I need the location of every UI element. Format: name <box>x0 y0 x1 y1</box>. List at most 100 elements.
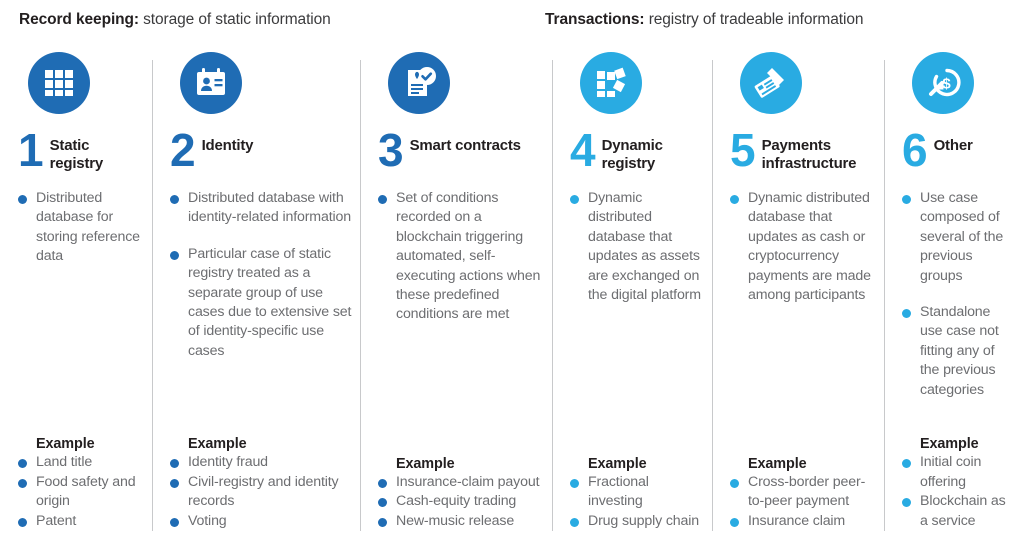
example-label-6: Example <box>920 436 979 453</box>
bullet-list-2: Distributed database with identity-relat… <box>170 189 352 436</box>
bullet-text: Distributed database with identity-relat… <box>188 190 351 226</box>
example-text: New-music release <box>396 512 515 529</box>
bullet-text: Use case composed of several of the prev… <box>920 190 1004 284</box>
icon-wrap-2 <box>170 52 352 134</box>
column-identity: 2 Identity Distributed database with ide… <box>152 52 360 545</box>
bullet-list-6: Use case composed of several of the prev… <box>902 189 1016 436</box>
list-item: Land title <box>18 453 144 472</box>
example-block-3: Example Insurance-claim payout Cash-equi… <box>378 456 544 545</box>
column-title-5: Payments infrastructure <box>761 137 857 172</box>
column-smart-contracts: 3 Smart contracts Set of conditions reco… <box>360 52 552 545</box>
bullet-list-5: Dynamic distributed database that update… <box>730 189 876 456</box>
column-title-2: Identity <box>201 137 254 154</box>
example-text: Voting <box>188 512 227 529</box>
bullet-dot-icon <box>170 478 179 488</box>
list-item: Initial coin offering <box>902 453 1016 492</box>
bullet-dot-icon <box>18 459 27 469</box>
list-item: Use case composed of several of the prev… <box>902 189 1016 286</box>
column-payments-infrastructure: 5 Payments infrastructure Dynamic distri… <box>712 52 884 545</box>
column-number-4: 4 <box>570 124 596 176</box>
list-item: Patent <box>18 512 144 531</box>
bullet-dot-icon <box>730 517 739 527</box>
column-title-3: Smart contracts <box>409 137 521 154</box>
example-text: Patent <box>36 512 77 529</box>
list-item: Distributed database with identity-relat… <box>170 189 352 228</box>
example-text: Insurance claim <box>748 512 846 529</box>
list-item: Insurance claim <box>730 512 876 531</box>
bullet-dot-icon <box>570 195 579 204</box>
list-item: Drug supply chain <box>570 512 704 531</box>
bullet-dot-icon <box>170 250 179 260</box>
bullet-dot-icon <box>570 517 579 527</box>
column-divider <box>152 60 153 531</box>
example-list-6: Initial coin offering Blockchain as a se… <box>902 453 1016 531</box>
example-text: Cash-equity trading <box>396 493 517 510</box>
bullet-dot-icon <box>378 498 387 508</box>
bullet-text: Dynamic distributed database that update… <box>588 190 701 304</box>
column-divider <box>360 60 361 531</box>
column-number-5: 5 <box>730 124 756 176</box>
bullet-dot-icon <box>902 195 911 204</box>
list-item: New-music release <box>378 512 544 531</box>
bullet-dot-icon <box>902 498 911 508</box>
icon-wrap-6: $ <box>902 52 1016 134</box>
header-record-keeping-strong: Record keeping: <box>19 11 139 28</box>
example-block-4: Example Fractional investing Drug supply… <box>570 456 704 545</box>
bullet-dot-icon <box>902 309 911 319</box>
bullet-dot-icon <box>730 195 739 204</box>
list-item: Cross-border peer-to-peer payment <box>730 473 876 512</box>
use-case-columns: 1 Static registry Distributed database f… <box>0 52 1024 545</box>
header-record-keeping-rest: storage of static information <box>138 11 331 28</box>
title-row-4: 4 Dynamic registry <box>570 127 704 180</box>
example-block-5: Example Cross-border peer-to-peer paymen… <box>730 456 876 545</box>
bullet-dot-icon <box>170 459 179 469</box>
example-block-1: Example Land title Food safety and origi… <box>18 436 144 545</box>
header-transactions-rest: registry of tradeable information <box>644 11 864 28</box>
list-item: Standalone use case not fitting any of t… <box>902 303 1016 400</box>
example-text: Drug supply chain <box>588 512 700 529</box>
card-swipe-icon <box>740 52 802 114</box>
example-label-4: Example <box>588 455 647 472</box>
bullet-dot-icon <box>170 517 179 527</box>
bullet-dot-icon <box>378 195 387 204</box>
bullet-list-1: Distributed database for storing referen… <box>18 189 144 436</box>
header-record-keeping: Record keeping: storage of static inform… <box>19 11 331 29</box>
example-label-3: Example <box>396 455 455 472</box>
icon-wrap-3 <box>378 52 544 134</box>
example-label-1: Example <box>36 436 95 453</box>
document-check-icon <box>388 52 450 114</box>
column-title-6: Other <box>933 137 973 154</box>
bullet-dot-icon <box>730 478 739 488</box>
icon-wrap-4 <box>570 52 704 134</box>
example-text: Cross-border peer-to-peer payment <box>748 473 866 510</box>
icon-wrap-1 <box>18 52 144 134</box>
dynamic-grid-icon <box>580 52 642 114</box>
id-badge-icon <box>180 52 242 114</box>
column-title-4: Dynamic registry <box>601 137 663 172</box>
title-row-1: 1 Static registry <box>18 127 144 180</box>
example-text: Initial coin offering <box>920 454 982 490</box>
column-title-1: Static registry <box>49 137 104 172</box>
grid-icon <box>28 52 90 114</box>
example-list-1: Land title Food safety and origin Patent <box>18 453 144 531</box>
list-item: Dynamic distributed database that update… <box>730 189 876 305</box>
list-item: Insurance-claim payout <box>378 473 544 492</box>
example-label-5: Example <box>748 455 807 472</box>
bullet-list-4: Dynamic distributed database that update… <box>570 189 704 456</box>
example-list-5: Cross-border peer-to-peer payment Insura… <box>730 473 876 531</box>
column-divider <box>712 60 713 531</box>
column-number-1: 1 <box>18 124 44 176</box>
dollar-arrow-icon: $ <box>912 52 974 114</box>
bullet-dot-icon <box>570 478 579 488</box>
example-text: Fractional investing <box>588 473 649 510</box>
example-list-4: Fractional investing Drug supply chain <box>570 473 704 531</box>
example-text: Civil-registry and identity records <box>188 473 339 510</box>
example-list-3: Insurance-claim payout Cash-equity tradi… <box>378 473 544 531</box>
title-row-2: 2 Identity <box>170 127 352 180</box>
bullet-dot-icon <box>378 478 387 488</box>
list-item: Food safety and origin <box>18 473 144 512</box>
column-other: $ 6 Other Use case composed of several o… <box>884 52 1024 545</box>
column-number-3: 3 <box>378 124 404 176</box>
bullet-dot-icon <box>18 478 27 488</box>
example-text: Identity fraud <box>188 454 268 471</box>
